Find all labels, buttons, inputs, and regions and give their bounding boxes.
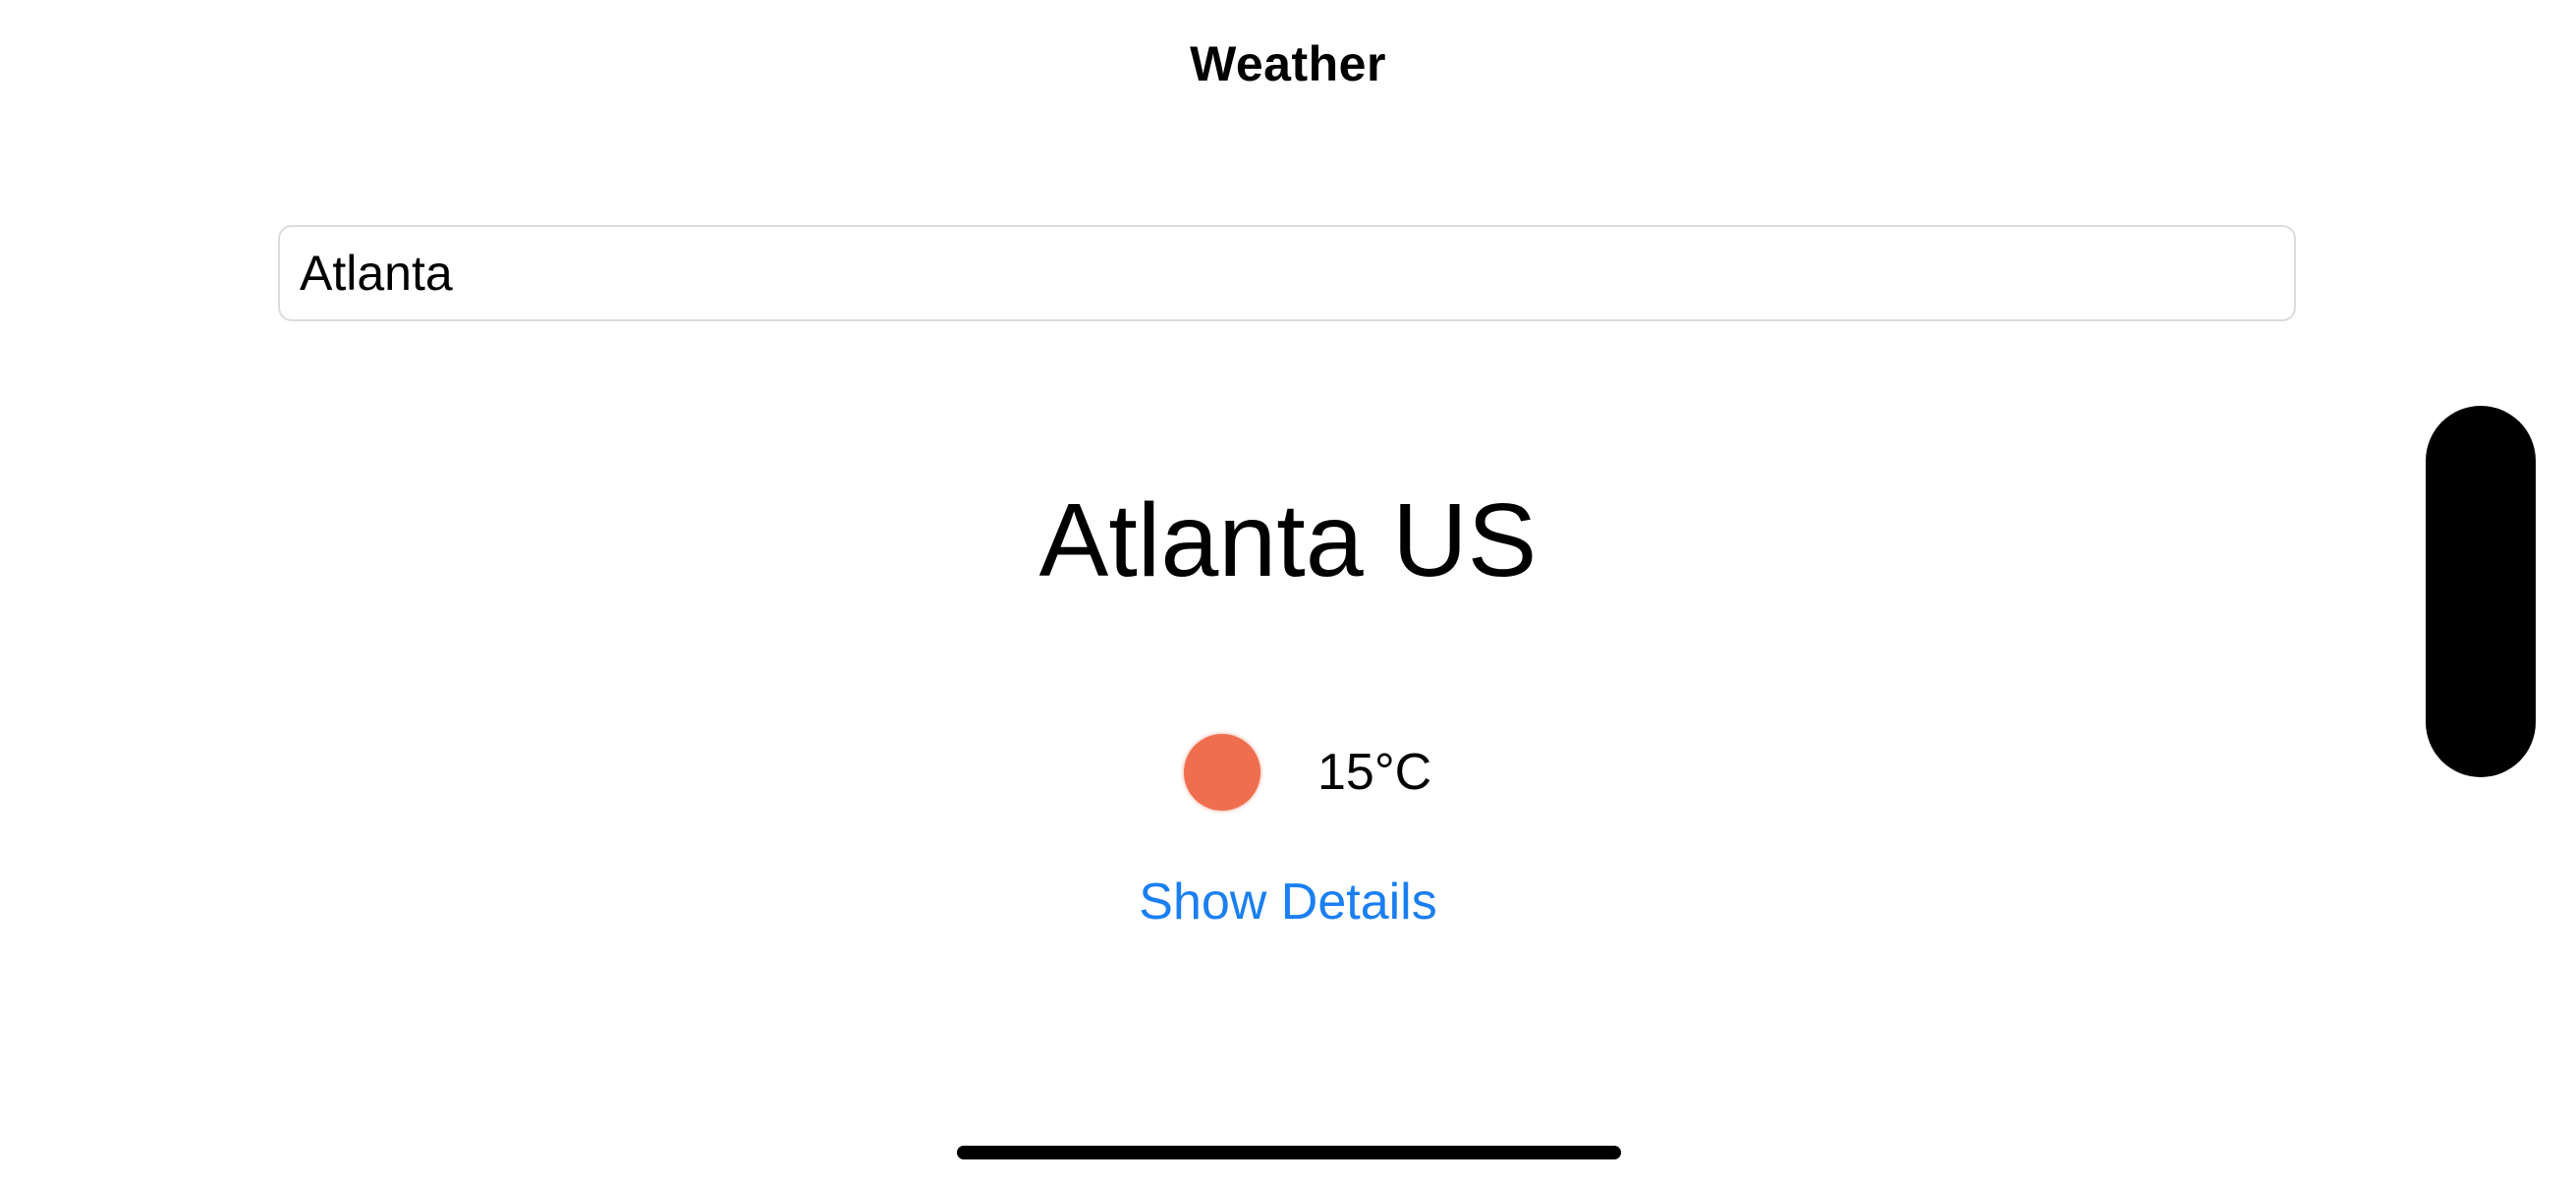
temperature-label: 15°C (1317, 744, 1432, 801)
sun-icon (1184, 734, 1260, 811)
camera-cutout (2426, 406, 2536, 777)
location-title: Atlanta US (1038, 482, 1538, 598)
home-indicator[interactable] (957, 1146, 1621, 1159)
show-details-button[interactable]: Show Details (0, 873, 2576, 931)
current-conditions: 15°C (1184, 732, 1431, 813)
weather-screen: Weather Atlanta US 15°C Show Details (0, 0, 2576, 1185)
city-search-input[interactable] (278, 225, 2296, 321)
nav-title: Weather (1190, 36, 1386, 91)
